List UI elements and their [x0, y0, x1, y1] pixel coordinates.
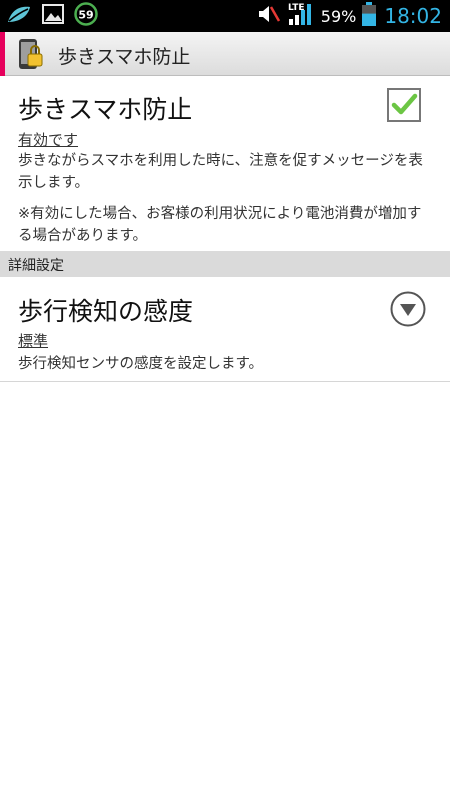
- pref-walk-prevention-summary: 有効です: [18, 131, 79, 149]
- notification-badge-count: 59: [78, 9, 93, 22]
- sensitivity-dropdown-icon[interactable]: [390, 291, 426, 327]
- clock: 18:02: [384, 4, 442, 28]
- status-bar: 59 LTE 59% 18:02: [0, 0, 450, 32]
- accent-strip: [0, 32, 5, 76]
- walk-prevention-checkbox[interactable]: [387, 88, 421, 122]
- battery-icon: [362, 2, 377, 30]
- pref-walk-prevention-note: ※有効にした場合、お客様の利用状況により電池消費が増加する場合があります。: [18, 206, 422, 244]
- pref-walk-prevention[interactable]: 歩きスマホ防止 有効です 歩きながらスマホを利用した時に、注意を促すメッセージを…: [0, 76, 450, 251]
- leaf-icon: [6, 4, 32, 28]
- mute-icon: [257, 3, 281, 29]
- pref-sensitivity-summary: 標準: [18, 332, 49, 350]
- pref-sensitivity-title: 歩行検知の感度: [18, 297, 194, 326]
- signal-icon: LTE: [287, 1, 315, 31]
- image-icon: [42, 4, 64, 28]
- badge-icon: 59: [74, 2, 98, 30]
- phone-lock-icon[interactable]: [14, 38, 46, 70]
- pref-walk-prevention-description: 歩きながらスマホを利用した時に、注意を促すメッセージを表示します。: [18, 153, 423, 191]
- pref-sensitivity[interactable]: 歩行検知の感度 標準 歩行検知センサの感度を設定します。: [0, 277, 450, 381]
- status-bar-system: LTE 59% 18:02: [257, 0, 442, 32]
- check-icon: [391, 93, 418, 115]
- page-title: 歩きスマホ防止: [58, 46, 191, 68]
- list-divider: [0, 381, 450, 382]
- battery-percent: 59%: [320, 6, 357, 26]
- status-bar-notifications: 59: [6, 2, 98, 30]
- pref-sensitivity-description: 歩行検知センサの感度を設定します。: [18, 356, 264, 372]
- action-bar: 歩きスマホ防止: [0, 32, 450, 76]
- section-header-advanced: 詳細設定: [0, 251, 450, 277]
- section-header-label: 詳細設定: [8, 258, 64, 274]
- pref-walk-prevention-title: 歩きスマホ防止: [18, 95, 193, 124]
